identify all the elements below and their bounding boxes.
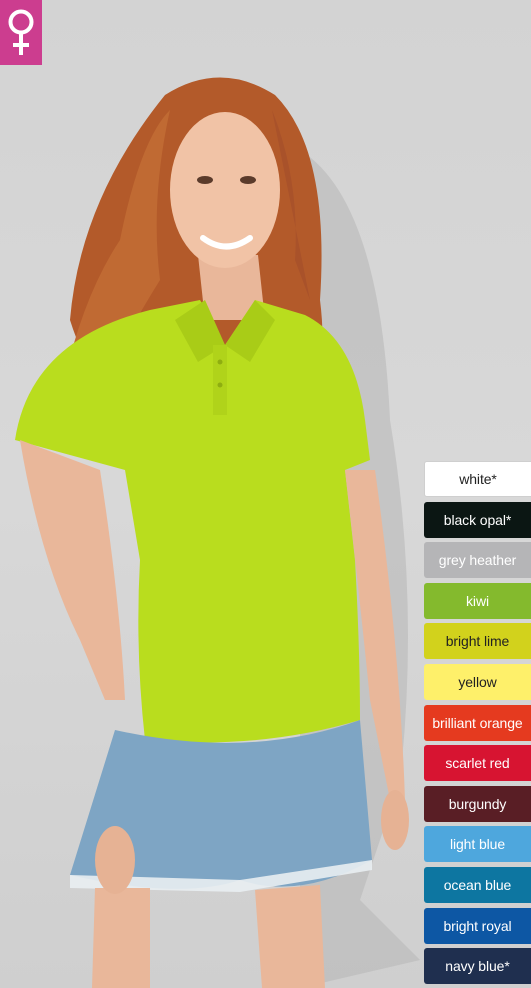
color-swatch[interactable]: bright lime [424,623,531,660]
color-swatch[interactable]: yellow [424,663,531,700]
color-swatch[interactable]: bright royal [424,907,531,944]
product-stage: white* black opal* grey heather kiwi bright … [0,0,531,988]
color-swatch[interactable]: burgundy [424,785,531,822]
color-swatch[interactable]: white* [424,461,531,497]
color-swatch[interactable]: light blue [424,826,531,863]
color-swatch[interactable]: grey heather [424,542,531,579]
color-swatch[interactable]: black opal* [424,501,531,538]
gender-badge [0,0,42,65]
color-swatch[interactable]: ocean blue [424,866,531,903]
color-swatch[interactable]: navy blue* [424,948,531,985]
color-swatch[interactable]: brilliant orange [424,704,531,741]
color-swatch[interactable]: kiwi [424,582,531,619]
female-symbol-icon [8,9,34,55]
color-swatch[interactable]: scarlet red [424,745,531,782]
color-swatch-list: white* black opal* grey heather kiwi bright … [424,461,531,988]
